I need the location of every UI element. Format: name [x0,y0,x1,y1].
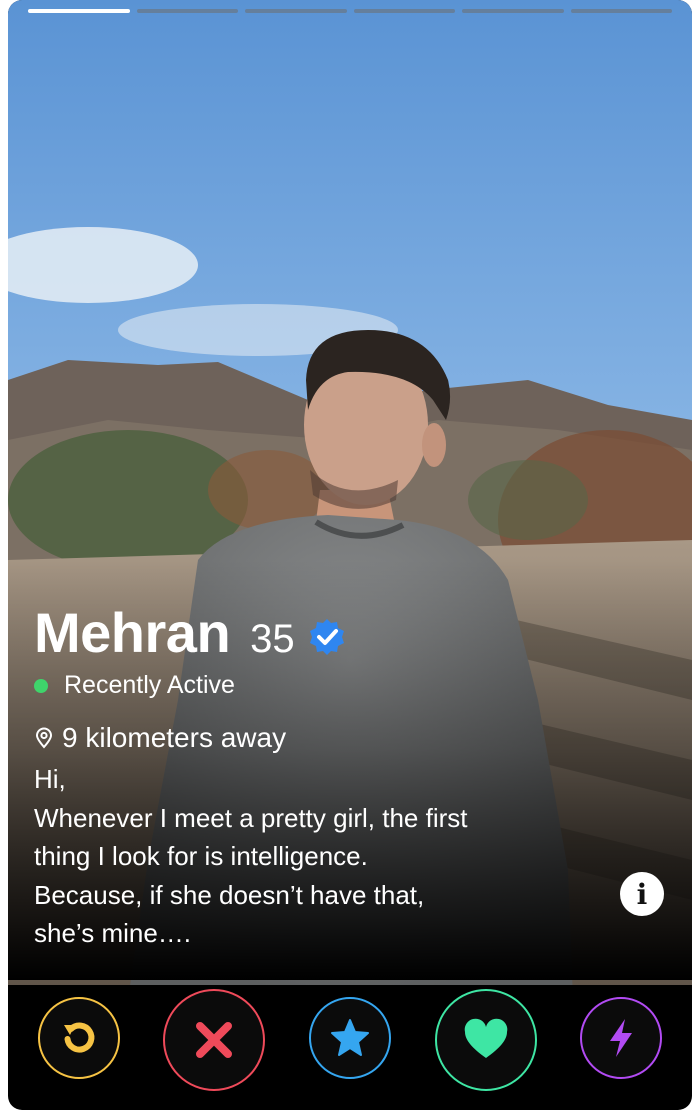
name-row: Mehran 35 [34,600,672,665]
progress-segment [28,9,130,13]
action-bar [8,985,692,1095]
progress-segment [245,9,347,13]
progress-segment [353,9,455,13]
nope-button[interactable] [163,989,265,1091]
progress-segment [570,9,672,13]
active-status-dot [34,678,48,693]
star-icon [331,1019,369,1056]
profile-card[interactable]: Mehran 35 Recently Active 9 kilometers a… [8,0,692,1110]
profile-info: Mehran 35 Recently Active 9 kilometers a… [34,600,672,953]
like-button[interactable] [435,989,537,1091]
progress-segment [136,9,238,13]
rewind-icon [64,1022,95,1053]
boost-button[interactable] [580,997,662,1079]
photo-progress-bar [28,9,672,14]
progress-segment [462,9,564,13]
distance-row: 9 kilometers away [34,722,672,754]
super-like-button[interactable] [309,997,391,1079]
profile-bio: Hi, Whenever I meet a pretty girl, the f… [34,764,468,948]
verified-check-icon [309,618,344,655]
rewind-button[interactable] [38,997,120,1079]
profile-age: 35 [250,617,295,661]
lightning-icon [610,1019,632,1057]
activity-status: Recently Active [34,671,672,700]
info-button[interactable]: i [620,872,664,916]
activity-status-label: Recently Active [64,671,235,699]
close-icon [196,1022,232,1058]
location-pin-icon [35,727,53,749]
distance-label: 9 kilometers away [62,722,287,753]
heart-icon [464,1018,508,1058]
info-icon: i [636,877,648,911]
profile-name: Mehran [34,601,231,664]
